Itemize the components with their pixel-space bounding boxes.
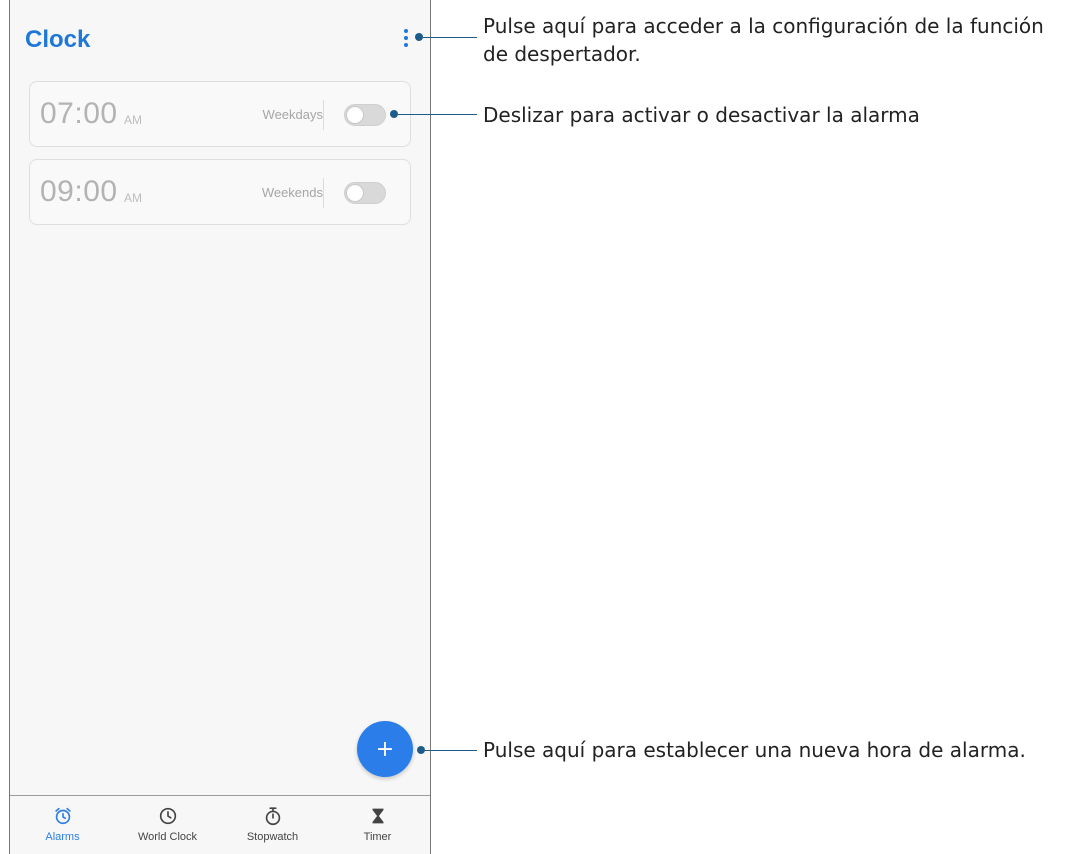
app-title: Clock xyxy=(25,26,91,53)
tab-alarms[interactable]: Alarms xyxy=(10,796,115,854)
more-options-button[interactable] xyxy=(398,25,414,51)
tab-stopwatch[interactable]: Stopwatch xyxy=(220,796,325,854)
toggle-knob xyxy=(346,106,364,124)
callout-add-text: Pulse aquí para establecer una nueva hor… xyxy=(483,738,1026,762)
alarm-item[interactable]: 07:00 AM Weekdays xyxy=(29,81,411,147)
callout-line xyxy=(423,37,477,38)
alarm-time: 09:00 xyxy=(40,175,118,208)
clock-icon xyxy=(159,807,176,825)
callout-marker xyxy=(390,110,398,118)
alarm-repeat: Weekends xyxy=(261,185,323,200)
callout-toggle-text: Deslizar para activar o desactivar la al… xyxy=(483,103,920,127)
tab-world-clock[interactable]: World Clock xyxy=(115,796,220,854)
add-alarm-button[interactable]: + xyxy=(357,721,413,777)
callout-marker xyxy=(417,746,425,754)
menu-dot xyxy=(404,36,408,40)
alarm-ampm: AM xyxy=(124,191,142,205)
hourglass-icon xyxy=(372,808,383,824)
stopwatch-icon xyxy=(265,807,280,826)
menu-dot xyxy=(404,29,408,33)
tab-label: World Clock xyxy=(137,831,198,843)
callout-line xyxy=(425,750,477,751)
alarm-item[interactable]: 09:00 AM Weekends xyxy=(29,159,411,225)
alarm-toggle[interactable] xyxy=(344,182,386,204)
alarm-ampm: AM xyxy=(124,113,142,127)
alarm-toggle[interactable] xyxy=(344,104,386,126)
callout-line xyxy=(398,114,477,115)
tab-label: Stopwatch xyxy=(246,831,299,843)
toggle-knob xyxy=(346,184,364,202)
callout-menu-text: Pulse aquí para acceder a la configuraci… xyxy=(483,14,1044,66)
callout-marker xyxy=(415,33,423,41)
divider xyxy=(323,100,324,130)
tab-label: Alarms xyxy=(45,831,80,843)
clock-app-screen: Clock 07:00 AM Weekdays 09:00 AM Weekend… xyxy=(9,0,431,854)
alarm-clock-icon xyxy=(54,807,71,825)
divider xyxy=(323,178,324,208)
tab-label: Timer xyxy=(363,831,392,843)
alarm-repeat: Weekdays xyxy=(262,107,323,122)
menu-dot xyxy=(404,43,408,47)
alarm-time: 07:00 xyxy=(40,97,118,130)
bottom-nav: Alarms World Clock Stopwatch Timer xyxy=(10,795,430,854)
tab-timer[interactable]: Timer xyxy=(325,796,430,854)
